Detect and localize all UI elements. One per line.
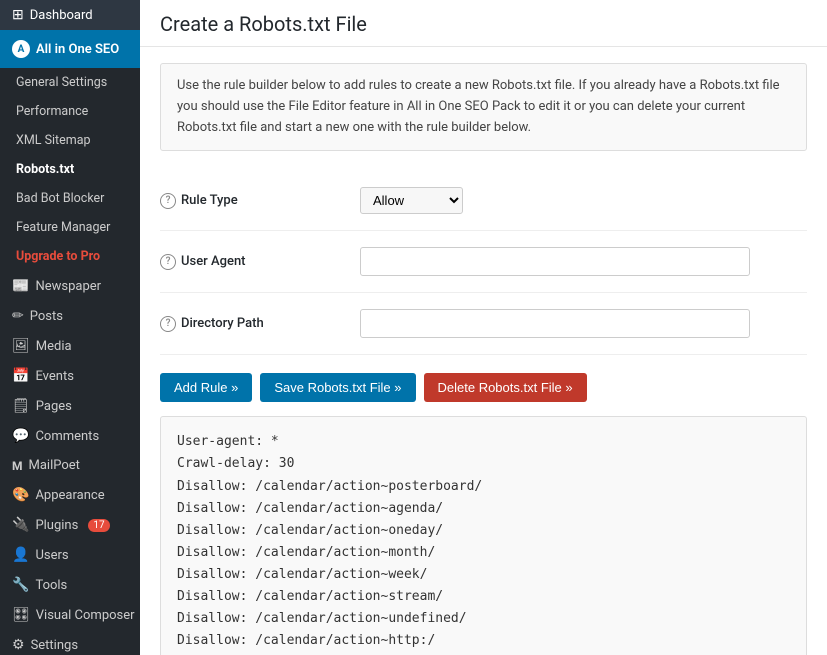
sidebar-item-label: Visual Composer (36, 608, 135, 623)
sidebar-item-label: Appearance (35, 488, 104, 503)
output-line: Disallow: /calendar/action~http:/ (177, 630, 790, 652)
sidebar-item-plugins[interactable]: 🔌 Plugins 17 (0, 510, 140, 540)
sidebar-item-label: Users (35, 548, 68, 563)
plugins-icon: 🔌 (12, 517, 29, 533)
main-content: Create a Robots.txt File Use the rule bu… (140, 0, 827, 655)
sidebar-item-label: Feature Manager (16, 220, 110, 235)
sidebar-item-appearance[interactable]: 🎨 Appearance (0, 480, 140, 510)
action-buttons: Add Rule » Save Robots.txt File » Delete… (160, 355, 807, 416)
sidebar-item-events[interactable]: 📅 Events (0, 361, 140, 391)
user-agent-help-icon[interactable]: ? (160, 254, 176, 270)
sidebar-item-label: Upgrade to Pro (16, 249, 100, 264)
sidebar-item-label: Media (36, 339, 72, 354)
sidebar-item-label: Events (35, 369, 73, 384)
sidebar-item-label: Posts (30, 309, 63, 324)
sidebar-item-label: Dashboard (30, 8, 93, 23)
output-line: Disallow: /calendar/action~stream/ (177, 586, 790, 608)
directory-path-label: Directory Path (181, 316, 264, 331)
sidebar-item-users[interactable]: 👤 Users (0, 540, 140, 570)
robots-output: User-agent: *Crawl-delay: 30Disallow: /c… (160, 416, 807, 655)
events-icon: 📅 (12, 368, 29, 384)
sidebar-item-newspaper[interactable]: 📰 Newspaper (0, 271, 140, 301)
visual-composer-icon: 🎛 (12, 607, 30, 623)
sidebar-item-aioseo[interactable]: A All in One SEO (0, 30, 140, 68)
directory-path-input[interactable] (360, 309, 750, 338)
aioseo-icon: A (12, 40, 30, 58)
user-agent-label: User Agent (181, 254, 246, 269)
sidebar-item-mailpoet[interactable]: M MailPoet (0, 451, 140, 480)
sidebar-item-media[interactable]: 🖼 Media (0, 331, 140, 361)
output-line: Crawl-delay: 30 (177, 453, 790, 475)
user-agent-control (360, 247, 807, 276)
sidebar-item-label: Settings (31, 638, 78, 653)
content-area: Use the rule builder below to add rules … (140, 47, 827, 655)
sidebar-item-label: Bad Bot Blocker (16, 191, 104, 206)
mailpoet-icon: M (12, 459, 23, 473)
directory-path-row: ? Directory Path (160, 293, 807, 355)
sidebar-item-label: Plugins (35, 518, 78, 533)
rule-type-label: Rule Type (181, 193, 238, 208)
sidebar-item-pages[interactable]: 🗒 Pages (0, 391, 140, 421)
user-agent-row: ? User Agent (160, 231, 807, 293)
sidebar: ⊞ Dashboard A All in One SEO General Set… (0, 0, 140, 655)
page-title: Create a Robots.txt File (140, 0, 827, 47)
sidebar-item-robots-txt[interactable]: Robots.txt (0, 155, 140, 184)
sidebar-item-label: Tools (35, 578, 67, 593)
sidebar-item-label: Robots.txt (16, 162, 74, 177)
sidebar-item-visual-composer[interactable]: 🎛 Visual Composer (0, 600, 140, 630)
sidebar-item-settings[interactable]: ⚙ Settings (0, 630, 140, 655)
output-line: Disallow: /calendar/action~agenda/ (177, 498, 790, 520)
user-agent-label-group: ? User Agent (160, 254, 360, 270)
save-robots-button[interactable]: Save Robots.txt File » (260, 373, 415, 402)
newspaper-icon: 📰 (12, 278, 29, 294)
sidebar-item-label: Pages (36, 399, 72, 414)
info-box: Use the rule builder below to add rules … (160, 63, 807, 151)
rule-type-row: ? Rule Type Allow Disallow (160, 171, 807, 231)
delete-robots-button[interactable]: Delete Robots.txt File » (424, 373, 587, 402)
info-text: Use the rule builder below to add rules … (177, 78, 780, 135)
sidebar-item-general-settings[interactable]: General Settings (0, 68, 140, 97)
pages-icon: 🗒 (12, 398, 30, 414)
dashboard-icon: ⊞ (12, 7, 24, 23)
rule-type-help-icon[interactable]: ? (160, 193, 176, 209)
sidebar-item-dashboard[interactable]: ⊞ Dashboard (0, 0, 140, 30)
output-line: Disallow: /calendar/action~oneday/ (177, 520, 790, 542)
sidebar-item-posts[interactable]: ✏ Posts (0, 301, 140, 331)
output-line: Disallow: /calendar/action~posterboard/ (177, 476, 790, 498)
output-line: User-agent: * (177, 431, 790, 453)
comments-icon: 💬 (12, 428, 29, 444)
appearance-icon: 🎨 (12, 487, 29, 503)
rule-type-control: Allow Disallow (360, 187, 807, 214)
directory-path-control (360, 309, 807, 338)
sidebar-item-performance[interactable]: Performance (0, 97, 140, 126)
sidebar-item-label: MailPoet (29, 458, 80, 473)
directory-path-help-icon[interactable]: ? (160, 316, 176, 332)
sidebar-brand-label: All in One SEO (36, 42, 119, 57)
settings-icon: ⚙ (12, 637, 25, 653)
sidebar-item-comments[interactable]: 💬 Comments (0, 421, 140, 451)
sidebar-item-label: General Settings (16, 75, 107, 90)
output-line: Disallow: /calendar/action~week/ (177, 564, 790, 586)
sidebar-item-tools[interactable]: 🔧 Tools (0, 570, 140, 600)
output-line: Disallow: /calendar/action~undefined/ (177, 608, 790, 630)
sidebar-item-label: XML Sitemap (16, 133, 91, 148)
output-line: Disallow: /calendar/action~month/ (177, 542, 790, 564)
media-icon: 🖼 (12, 338, 30, 354)
users-icon: 👤 (12, 547, 29, 563)
posts-icon: ✏ (12, 308, 24, 324)
directory-path-label-group: ? Directory Path (160, 316, 360, 332)
sidebar-item-label: Newspaper (35, 279, 101, 294)
tools-icon: 🔧 (12, 577, 29, 593)
add-rule-button[interactable]: Add Rule » (160, 373, 252, 402)
sidebar-item-xml-sitemap[interactable]: XML Sitemap (0, 126, 140, 155)
rule-type-select[interactable]: Allow Disallow (360, 187, 463, 214)
rule-type-label-group: ? Rule Type (160, 193, 360, 209)
plugins-badge: 17 (88, 519, 109, 532)
sidebar-item-bad-bot-blocker[interactable]: Bad Bot Blocker (0, 184, 140, 213)
sidebar-item-feature-manager[interactable]: Feature Manager (0, 213, 140, 242)
user-agent-input[interactable] (360, 247, 750, 276)
sidebar-item-upgrade[interactable]: Upgrade to Pro (0, 242, 140, 271)
sidebar-item-label: Performance (16, 104, 88, 119)
sidebar-item-label: Comments (35, 429, 99, 444)
